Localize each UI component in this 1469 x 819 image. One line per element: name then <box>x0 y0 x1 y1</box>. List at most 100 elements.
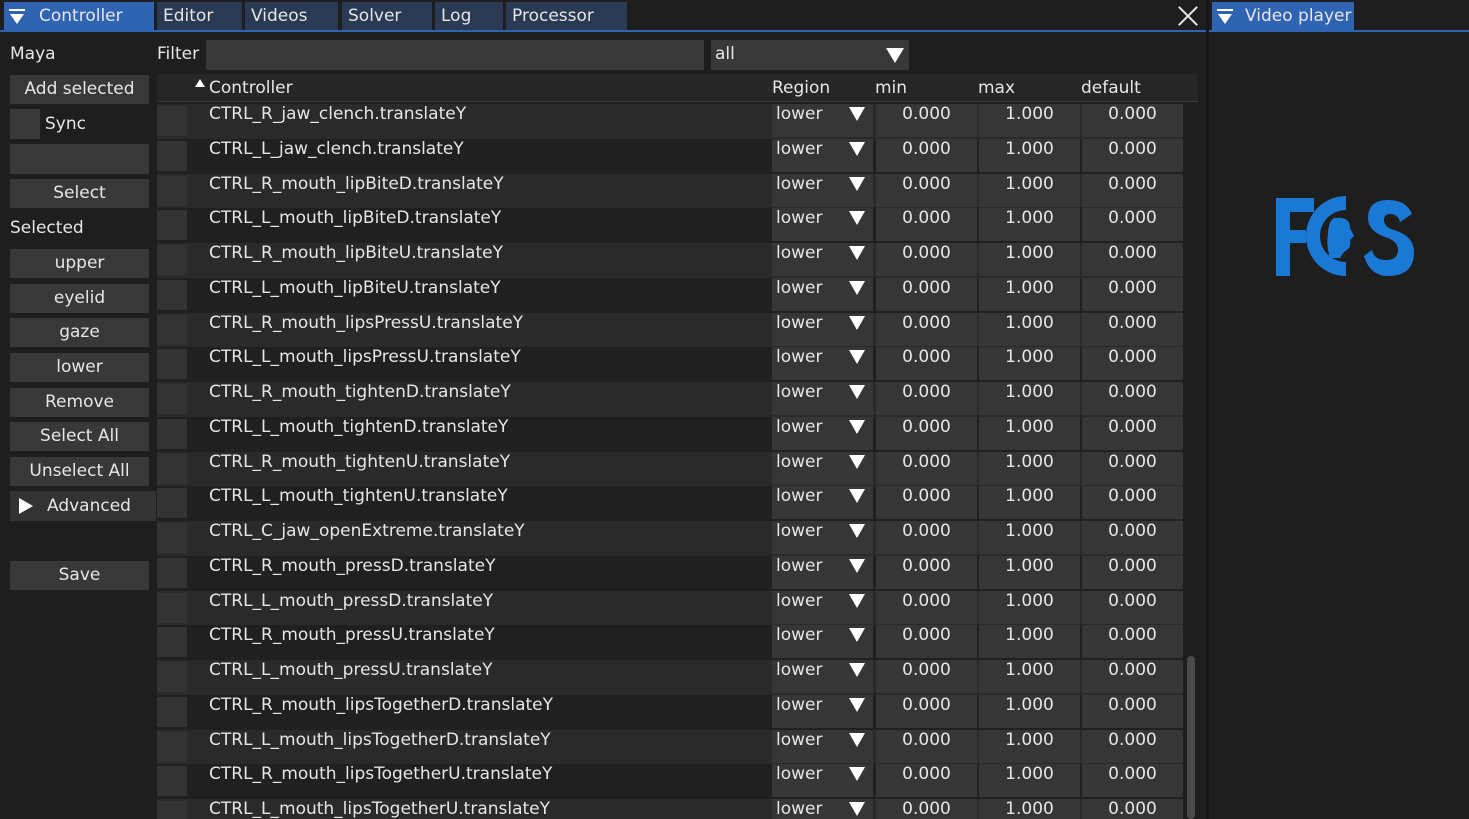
default-input[interactable]: 0.000 <box>1082 277 1183 311</box>
default-input[interactable]: 0.000 <box>1082 764 1183 798</box>
default-input[interactable]: 0.000 <box>1082 416 1183 450</box>
tab-videos[interactable]: Videos <box>245 2 338 30</box>
max-input[interactable]: 1.000 <box>979 312 1080 346</box>
min-input[interactable]: 0.000 <box>876 243 977 276</box>
region-select[interactable]: lower <box>772 416 873 450</box>
region-lower-button[interactable]: lower <box>10 353 149 382</box>
max-input[interactable]: 1.000 <box>979 764 1080 798</box>
table-row[interactable]: CTRL_R_mouth_tightenU.translateY lower 0… <box>157 451 1183 487</box>
row-checkbox[interactable] <box>157 731 187 762</box>
table-row[interactable]: CTRL_L_mouth_lipBiteD.translateY lower 0… <box>157 208 1183 243</box>
max-input[interactable]: 1.000 <box>979 521 1080 554</box>
default-input[interactable]: 0.000 <box>1082 521 1183 554</box>
close-icon[interactable] <box>1178 6 1198 26</box>
min-input[interactable]: 0.000 <box>876 416 977 450</box>
column-header-region[interactable]: Region <box>772 78 830 98</box>
min-input[interactable]: 0.000 <box>876 555 977 589</box>
region-select[interactable]: lower <box>772 486 873 520</box>
selection-field[interactable] <box>10 144 149 174</box>
max-input[interactable]: 1.000 <box>979 416 1080 450</box>
region-select[interactable]: lower <box>772 138 873 172</box>
region-select[interactable]: lower <box>772 625 873 659</box>
row-checkbox[interactable] <box>157 140 187 171</box>
table-row[interactable]: CTRL_R_jaw_clench.translateY lower 0.000… <box>157 104 1183 139</box>
default-input[interactable]: 0.000 <box>1082 243 1183 276</box>
table-row[interactable]: CTRL_R_mouth_lipBiteU.translateY lower 0… <box>157 243 1183 278</box>
region-select[interactable]: lower <box>772 660 873 693</box>
filter-region-select[interactable]: all <box>711 40 909 70</box>
advanced-section-toggle[interactable]: Advanced <box>10 491 156 521</box>
tab-processor[interactable]: Processor <box>506 2 627 30</box>
max-input[interactable]: 1.000 <box>979 486 1080 520</box>
min-input[interactable]: 0.000 <box>876 277 977 311</box>
tab-video-player[interactable]: Video player <box>1212 2 1354 30</box>
filter-input[interactable] <box>206 40 704 70</box>
max-input[interactable]: 1.000 <box>979 347 1080 381</box>
default-input[interactable]: 0.000 <box>1082 729 1183 763</box>
max-input[interactable]: 1.000 <box>979 660 1080 693</box>
min-input[interactable]: 0.000 <box>876 312 977 346</box>
table-row[interactable]: CTRL_R_mouth_lipBiteD.translateY lower 0… <box>157 173 1183 209</box>
row-checkbox[interactable] <box>157 766 187 797</box>
row-checkbox[interactable] <box>157 453 187 484</box>
min-input[interactable]: 0.000 <box>876 138 977 172</box>
table-row[interactable]: CTRL_L_mouth_tightenU.translateY lower 0… <box>157 486 1183 521</box>
row-checkbox[interactable] <box>157 314 187 345</box>
default-input[interactable]: 0.000 <box>1082 208 1183 242</box>
region-upper-button[interactable]: upper <box>10 249 149 278</box>
row-checkbox[interactable] <box>157 557 187 588</box>
save-button[interactable]: Save <box>10 561 149 590</box>
table-row[interactable]: CTRL_R_mouth_lipsTogetherU.translateY lo… <box>157 764 1183 799</box>
default-input[interactable]: 0.000 <box>1082 555 1183 589</box>
region-select[interactable]: lower <box>772 799 873 819</box>
max-input[interactable]: 1.000 <box>979 451 1080 485</box>
row-checkbox[interactable] <box>157 245 187 275</box>
tab-controller[interactable]: Controller <box>4 2 154 30</box>
column-header-max[interactable]: max <box>978 78 1015 98</box>
table-row[interactable]: CTRL_R_mouth_lipsTogetherD.translateY lo… <box>157 694 1183 730</box>
table-row[interactable]: CTRL_R_mouth_pressU.translateY lower 0.0… <box>157 625 1183 660</box>
table-row[interactable]: CTRL_L_mouth_lipsTogetherD.translateY lo… <box>157 729 1183 765</box>
tab-editor[interactable]: Editor <box>157 2 242 30</box>
column-header-default[interactable]: default <box>1081 78 1141 98</box>
row-checkbox[interactable] <box>157 349 187 380</box>
table-row[interactable]: CTRL_L_mouth_lipsPressU.translateY lower… <box>157 347 1183 382</box>
max-input[interactable]: 1.000 <box>979 694 1080 728</box>
select-button[interactable]: Select <box>10 179 149 208</box>
row-checkbox[interactable] <box>157 106 187 136</box>
region-select[interactable]: lower <box>772 312 873 346</box>
region-select[interactable]: lower <box>772 347 873 381</box>
region-select[interactable]: lower <box>772 729 873 763</box>
table-row[interactable]: CTRL_L_mouth_pressU.translateY lower 0.0… <box>157 660 1183 695</box>
unselect-all-button[interactable]: Unselect All <box>10 457 149 486</box>
min-input[interactable]: 0.000 <box>876 451 977 485</box>
row-checkbox[interactable] <box>157 279 187 310</box>
region-select[interactable]: lower <box>772 590 873 624</box>
column-header-min[interactable]: min <box>875 78 907 98</box>
sync-checkbox[interactable] <box>10 109 40 139</box>
max-input[interactable]: 1.000 <box>979 104 1080 137</box>
region-select[interactable]: lower <box>772 243 873 276</box>
default-input[interactable]: 0.000 <box>1082 104 1183 137</box>
region-select[interactable]: lower <box>772 764 873 798</box>
min-input[interactable]: 0.000 <box>876 347 977 381</box>
min-input[interactable]: 0.000 <box>876 104 977 137</box>
tab-solver[interactable]: Solver <box>342 2 432 30</box>
max-input[interactable]: 1.000 <box>979 173 1080 207</box>
tab-log[interactable]: Log <box>435 2 503 30</box>
table-row[interactable]: CTRL_R_mouth_lipsPressU.translateY lower… <box>157 312 1183 348</box>
region-select[interactable]: lower <box>772 451 873 485</box>
table-row[interactable]: CTRL_L_mouth_lipsTogetherU.translateY lo… <box>157 799 1183 819</box>
min-input[interactable]: 0.000 <box>876 764 977 798</box>
default-input[interactable]: 0.000 <box>1082 625 1183 659</box>
max-input[interactable]: 1.000 <box>979 625 1080 659</box>
min-input[interactable]: 0.000 <box>876 590 977 624</box>
row-checkbox[interactable] <box>157 627 187 658</box>
max-input[interactable]: 1.000 <box>979 208 1080 242</box>
select-all-button[interactable]: Select All <box>10 422 149 451</box>
min-input[interactable]: 0.000 <box>876 694 977 728</box>
default-input[interactable]: 0.000 <box>1082 173 1183 207</box>
min-input[interactable]: 0.000 <box>876 660 977 693</box>
max-input[interactable]: 1.000 <box>979 243 1080 276</box>
row-checkbox[interactable] <box>157 696 187 727</box>
